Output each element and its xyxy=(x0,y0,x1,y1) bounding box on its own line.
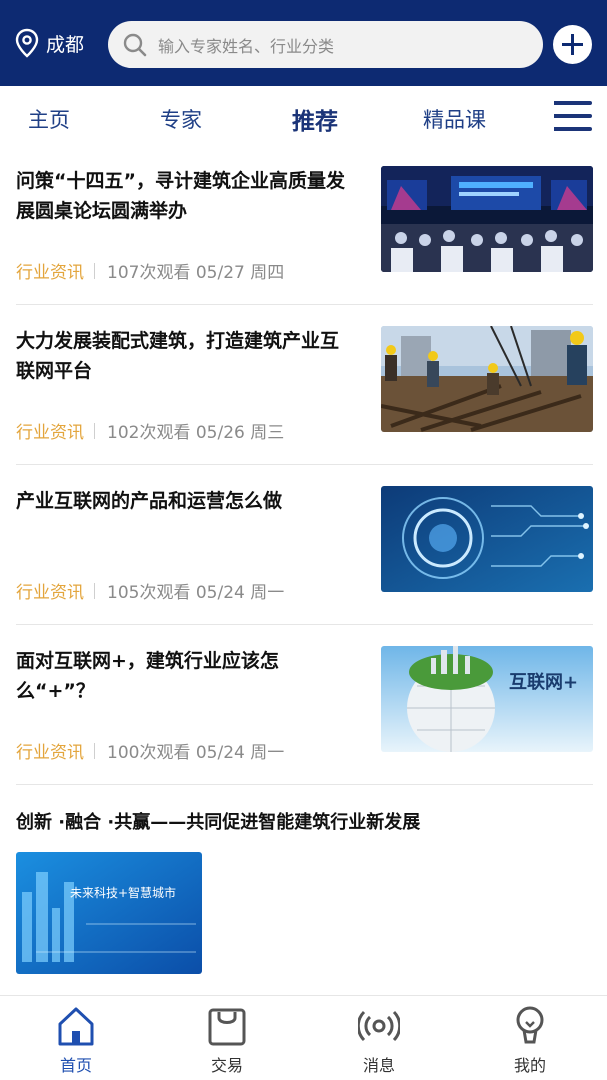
article-title: 大力发展装配式建筑，打造建筑产业互联网平台 xyxy=(16,330,340,382)
article-thumbnail-construction xyxy=(381,326,593,432)
article-view-info: 107次观看 05/27 周四 xyxy=(107,263,285,283)
article-item[interactable]: 大力发展装配式建筑，打造建筑产业互联网平台 行业资讯 102次观看 05/26 … xyxy=(0,326,607,486)
meta-divider xyxy=(94,582,95,599)
meta-divider xyxy=(94,742,95,759)
location-pin-icon xyxy=(15,28,39,58)
bottom-navigation: 首页 交易 消息 我的 xyxy=(0,995,607,1080)
article-thumbnail-internet-plus: 互联网+ xyxy=(381,646,593,752)
nav-messages[interactable]: 消息 xyxy=(329,996,429,1080)
article-view-info: 105次观看 05/24 周一 xyxy=(107,583,285,603)
nav-profile-label: 我的 xyxy=(513,1056,546,1075)
divider xyxy=(16,464,593,465)
nav-profile[interactable]: 我的 xyxy=(480,996,580,1080)
city-label: 成都 xyxy=(46,33,85,56)
tab-recommended[interactable]: 推荐 xyxy=(292,102,338,136)
article-meta: 行业资讯 102次观看 05/26 周三 xyxy=(16,418,284,443)
featured-image-text: 未来科技+智慧城市 xyxy=(70,885,176,900)
article-category: 行业资讯 xyxy=(16,423,84,443)
article-view-info: 102次观看 05/26 周三 xyxy=(107,423,285,443)
divider xyxy=(16,304,593,305)
nav-home[interactable]: 首页 xyxy=(26,996,126,1080)
search-icon xyxy=(123,33,147,56)
article-meta: 行业资讯 100次观看 05/24 周一 xyxy=(16,738,284,763)
article-title: 产业互联网的产品和运营怎么做 xyxy=(16,490,283,512)
meta-divider xyxy=(94,262,95,279)
divider xyxy=(16,784,593,785)
location-selector[interactable]: 成都 xyxy=(14,28,84,58)
article-category: 行业资讯 xyxy=(16,743,84,763)
article-title: 面对互联网+，建筑行业应该怎么“+”？ xyxy=(16,650,279,702)
menu-icon[interactable] xyxy=(554,101,592,131)
internet-plus-image-text: 互联网+ xyxy=(509,672,578,693)
article-meta: 行业资讯 107次观看 05/27 周四 xyxy=(16,258,284,283)
article-meta: 行业资讯 105次观看 05/24 周一 xyxy=(16,578,284,603)
tab-premium-courses[interactable]: 精品课 xyxy=(423,104,486,134)
category-tabs: 主页 专家 推荐 精品课 xyxy=(0,86,607,152)
meta-divider xyxy=(94,422,95,439)
featured-title[interactable]: 创新 ·融合 ·共赢——共同促进智能建筑行业新发展 xyxy=(16,808,420,834)
search-input[interactable]: 输入专家姓名、行业分类 xyxy=(108,21,543,68)
broadcast-icon xyxy=(358,1010,400,1042)
article-title: 问策“十四五”，寻计建筑企业高质量发展圆桌论坛圆满举办 xyxy=(16,170,345,222)
article-category: 行业资讯 xyxy=(16,263,84,283)
lightbulb-icon xyxy=(516,1006,544,1044)
tab-home[interactable]: 主页 xyxy=(28,104,70,134)
nav-trade-label: 交易 xyxy=(210,1056,243,1075)
article-thumbnail-tech xyxy=(381,486,593,592)
article-view-info: 100次观看 05/24 周一 xyxy=(107,743,285,763)
nav-messages-label: 消息 xyxy=(362,1056,395,1075)
divider xyxy=(16,624,593,625)
search-placeholder: 输入专家姓名、行业分类 xyxy=(158,36,335,56)
tab-experts[interactable]: 专家 xyxy=(160,104,202,134)
home-icon xyxy=(58,1007,94,1046)
add-button[interactable] xyxy=(553,25,592,64)
article-item[interactable]: 产业互联网的产品和运营怎么做 行业资讯 105次观看 05/24 周一 xyxy=(0,486,607,646)
featured-thumbnail[interactable]: 未来科技+智慧城市 xyxy=(16,852,202,974)
article-item[interactable]: 问策“十四五”，寻计建筑企业高质量发展圆桌论坛圆满举办 行业资讯 107次观看 … xyxy=(0,166,607,326)
top-bar: 成都 输入专家姓名、行业分类 xyxy=(0,0,607,86)
shopping-bag-icon xyxy=(208,1008,246,1046)
nav-trade[interactable]: 交易 xyxy=(177,996,277,1080)
article-category: 行业资讯 xyxy=(16,583,84,603)
nav-home-label: 首页 xyxy=(59,1056,92,1075)
article-thumbnail-forum xyxy=(381,166,593,272)
article-item[interactable]: 面对互联网+，建筑行业应该怎么“+”？ 行业资讯 100次观看 05/24 周一… xyxy=(0,646,607,806)
